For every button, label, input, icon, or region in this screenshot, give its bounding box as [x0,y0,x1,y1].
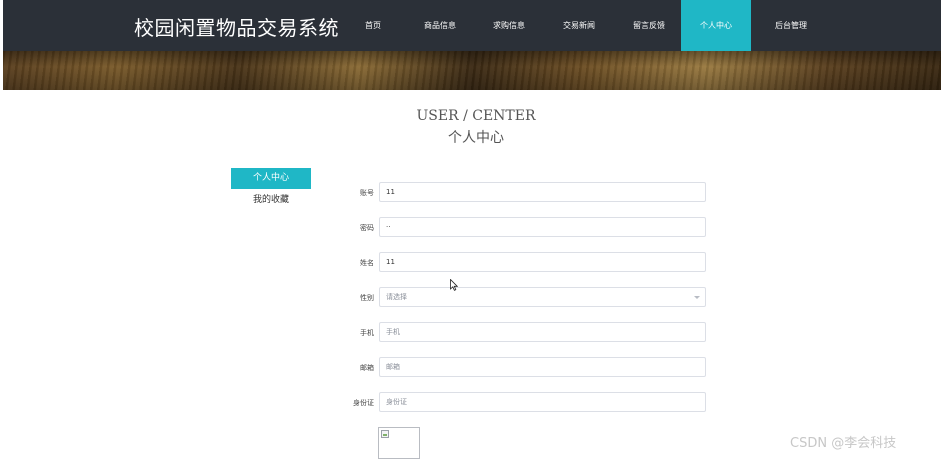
email-label: 邮箱 [360,364,374,372]
nav-wanted[interactable]: 求购信息 [481,0,537,51]
nav-user-center[interactable]: 个人中心 [681,0,751,51]
id-card-input[interactable]: 身份证 [379,392,706,412]
nav-feedback[interactable]: 留言反馈 [621,0,677,51]
user-center-page: 校园闲置物品交易系统 首页 商品信息 求购信息 交易新闻 留言反馈 个人中心 后… [0,0,942,459]
account-input[interactable]: 11 [379,182,706,202]
password-label: 密码 [360,224,374,232]
mouse-cursor-icon [450,279,458,291]
broken-image-icon [381,430,389,438]
avatar-upload[interactable] [378,427,420,459]
account-label: 账号 [360,189,374,197]
gender-label: 性别 [360,294,374,302]
id-card-label: 身份证 [353,399,374,407]
site-title[interactable]: 校园闲置物品交易系统 [134,12,339,41]
phone-label: 手机 [360,329,374,337]
phone-input[interactable]: 手机 [379,322,706,342]
side-menu-user-center[interactable]: 个人中心 [231,168,311,189]
nav-news[interactable]: 交易新闻 [551,0,607,51]
nav-products[interactable]: 商品信息 [412,0,468,51]
page-title-en: USER / CENTER [416,108,536,124]
chevron-down-icon[interactable] [694,296,700,299]
password-input[interactable]: ·· [379,217,706,237]
gender-select[interactable]: 请选择 [379,287,706,307]
name-label: 姓名 [360,259,374,267]
nav-admin[interactable]: 后台管理 [763,0,819,51]
watermark: CSDN @李会科技 [790,436,897,451]
email-input[interactable]: 邮箱 [379,357,706,377]
top-navbar: 校园闲置物品交易系统 首页 商品信息 求购信息 交易新闻 留言反馈 个人中心 后… [3,0,941,51]
side-menu-favorites[interactable]: 我的收藏 [231,192,311,208]
banner-image [3,51,941,90]
nav-home[interactable]: 首页 [353,0,393,51]
name-input[interactable]: 11 [379,252,706,272]
page-title-cn: 个人中心 [448,130,504,146]
